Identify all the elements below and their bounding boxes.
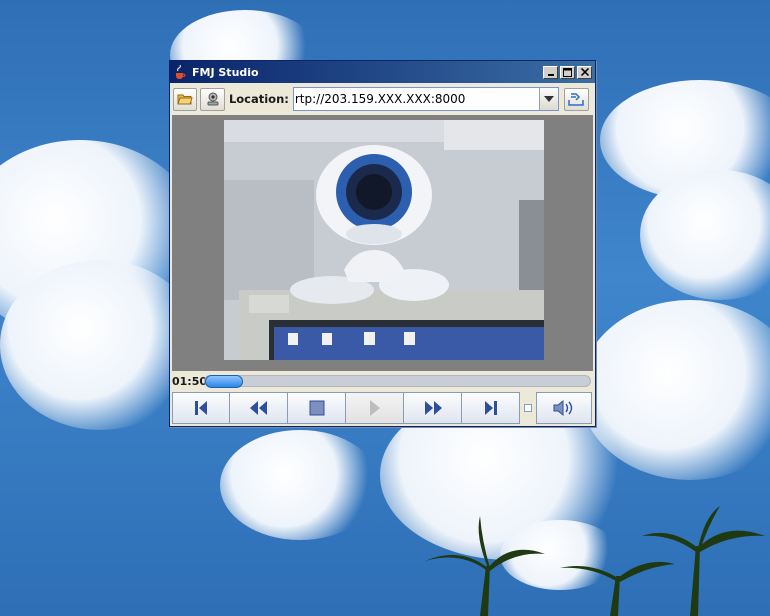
rewind-icon — [249, 401, 267, 415]
playback-controls — [172, 391, 593, 425]
minimize-icon — [547, 74, 554, 76]
folder-open-icon — [177, 94, 193, 105]
location-combobox[interactable] — [292, 87, 559, 111]
close-button[interactable] — [577, 65, 592, 79]
window-title: FMJ Studio — [192, 65, 259, 79]
maximize-icon — [563, 67, 572, 77]
play-button[interactable] — [346, 392, 404, 424]
fmj-studio-window[interactable]: FMJ Studio Location: rtp://203.159.XXX.X… — [169, 60, 596, 427]
elapsed-time: 01:50 — [172, 374, 208, 388]
video-panel — [172, 115, 593, 371]
location-dropdown-button[interactable] — [538, 88, 558, 110]
play-icon — [369, 400, 380, 416]
volume-button[interactable] — [536, 392, 592, 424]
step-back-icon — [195, 401, 207, 415]
capture-device-button[interactable] — [200, 87, 225, 111]
webcam-icon — [207, 92, 219, 106]
seek-thumb[interactable] — [205, 375, 243, 388]
location-label: Location: — [228, 92, 289, 106]
step-forward-button[interactable] — [462, 392, 520, 424]
video-frame — [224, 120, 544, 360]
step-back-button[interactable] — [172, 392, 230, 424]
toolbar: Location: — [170, 83, 595, 115]
open-location-icon — [568, 93, 585, 106]
stop-icon — [309, 400, 324, 416]
slider-handle-icon — [524, 404, 532, 412]
java-cup-icon — [173, 65, 187, 79]
open-file-button[interactable] — [173, 87, 198, 111]
seek-bar-row: 01:50 — [172, 373, 593, 389]
webcam-video-image — [224, 120, 544, 360]
palm-trees — [425, 506, 765, 616]
rewind-button[interactable] — [230, 392, 288, 424]
location-input[interactable] — [293, 89, 539, 109]
step-forward-icon — [484, 401, 497, 415]
open-location-button[interactable] — [563, 87, 590, 111]
speaker-icon — [553, 399, 573, 417]
close-icon — [580, 68, 589, 76]
fast-forward-icon — [424, 401, 442, 415]
volume-handle[interactable] — [520, 392, 536, 424]
seek-track[interactable] — [204, 375, 591, 388]
fast-forward-button[interactable] — [404, 392, 462, 424]
minimize-button[interactable] — [543, 65, 558, 79]
maximize-button[interactable] — [560, 65, 575, 79]
stop-button[interactable] — [288, 392, 346, 424]
chevron-down-icon — [543, 96, 554, 102]
title-bar[interactable]: FMJ Studio — [170, 61, 595, 83]
